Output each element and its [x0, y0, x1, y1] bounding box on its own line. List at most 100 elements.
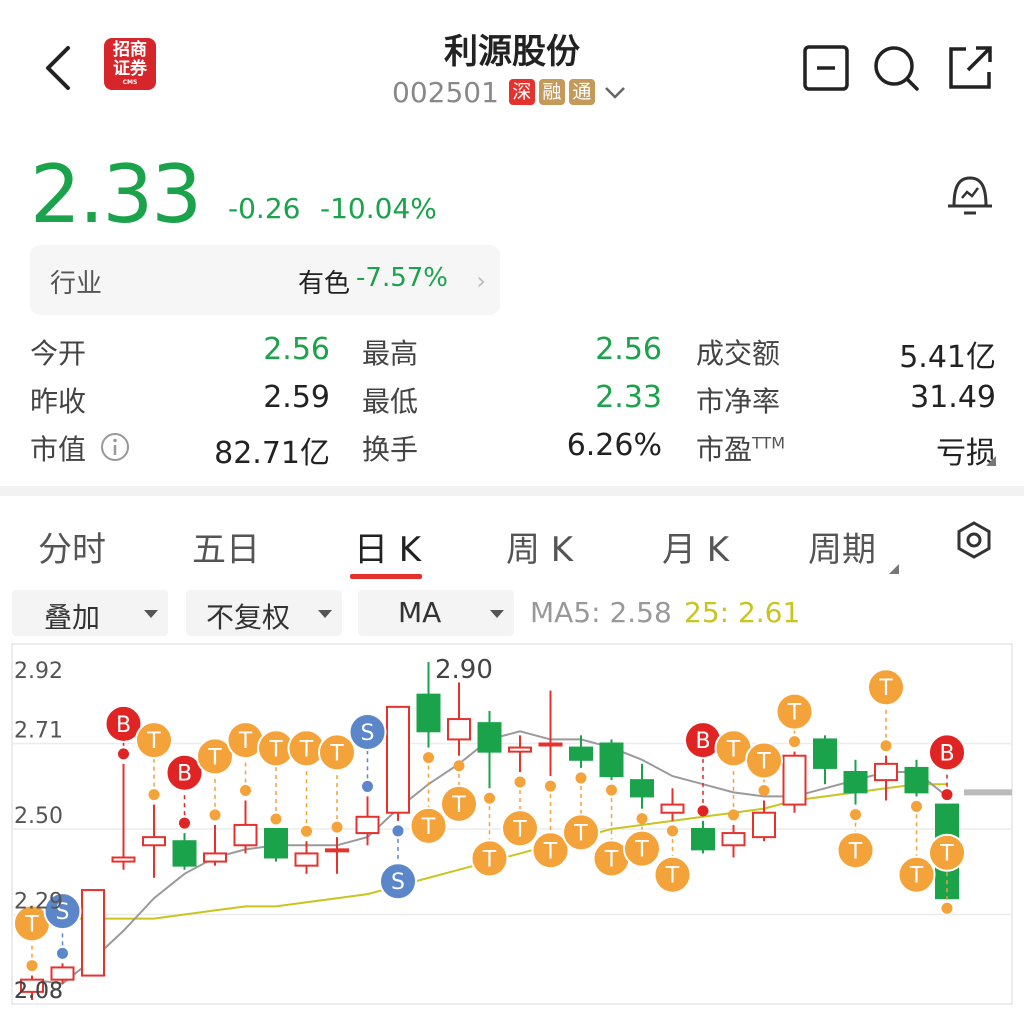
marker-dot	[118, 748, 129, 760]
industry-label: 行业	[50, 269, 103, 299]
candle-body	[874, 762, 898, 782]
marker-dot	[667, 825, 678, 837]
candle-body	[721, 832, 746, 847]
settings-hexagon-icon[interactable]	[954, 520, 994, 560]
marker-dot	[209, 809, 221, 821]
marker-dot	[880, 740, 892, 752]
caret-down-icon	[144, 610, 158, 618]
marker-dot	[270, 813, 282, 825]
candle-body	[294, 852, 319, 867]
candle-body	[416, 693, 441, 733]
candle-body	[172, 840, 197, 867]
info-icon[interactable]	[100, 432, 130, 462]
marker-letter: T	[909, 864, 924, 889]
marker-letter: T	[207, 745, 222, 770]
marker-dot	[575, 772, 587, 784]
marker-dot	[514, 776, 526, 788]
marker-letter: S	[361, 721, 375, 746]
candle-body	[813, 738, 837, 769]
market-tag-sz: 深	[508, 79, 535, 105]
candle-body	[904, 766, 929, 794]
share-icon[interactable]	[946, 44, 994, 92]
marker-letter: B	[695, 729, 710, 754]
stat-mktcap-value: 82.71亿	[214, 436, 330, 471]
expand-stats-corner-icon[interactable]	[986, 456, 996, 466]
overlay-select[interactable]: 叠加	[12, 590, 168, 636]
marker-dot	[423, 752, 434, 764]
marker-dot	[941, 789, 953, 801]
marker-letter: T	[848, 839, 863, 864]
marker-dot	[57, 947, 68, 959]
marker-dot	[301, 825, 312, 837]
marker-dot	[331, 821, 343, 833]
tab-weekly-k[interactable]: 周 K	[506, 522, 573, 571]
candle-body	[50, 966, 75, 981]
industry-row[interactable]: 行业 有色 -7.57% ›	[30, 245, 500, 315]
indicator-select-label: MA	[398, 596, 442, 629]
candle-body	[325, 848, 349, 853]
marker-dot	[484, 792, 495, 804]
caret-down-icon	[318, 610, 332, 618]
candle-body	[447, 718, 471, 741]
candle-body	[569, 746, 593, 761]
overlay-select-label: 叠加	[44, 601, 101, 634]
marker-dot	[179, 817, 190, 829]
candle-body	[233, 823, 258, 847]
marker-dot	[697, 805, 709, 817]
stat-high-value: 2.56	[595, 332, 662, 367]
marker-letter: T	[543, 839, 558, 864]
candle-body	[386, 705, 410, 814]
marker-letter: B	[116, 713, 131, 738]
candle-body	[264, 828, 288, 859]
stock-code-row[interactable]: 002501 深 融 通	[392, 74, 627, 110]
tab-five-day[interactable]: 五日	[192, 522, 260, 571]
search-icon[interactable]	[872, 44, 920, 92]
daily-k-chart[interactable]: T SBTBTT T T TSSTTTTTTT TTB T TTTTTTB 2.922.712…	[0, 640, 1024, 1016]
y-tick-label: 2.29	[14, 890, 63, 915]
price-change-pct: -10.04%	[320, 192, 437, 225]
stat-turnover-rate-value: 6.26%	[566, 428, 662, 463]
marker-letter: B	[939, 741, 954, 766]
tab-period[interactable]: 周期	[808, 522, 876, 571]
candle-body	[81, 889, 105, 977]
candle-body	[508, 746, 532, 753]
stat-pe-label-text: 市盈	[696, 433, 753, 466]
price-alert-bell-icon[interactable]	[944, 168, 996, 220]
stat-prev-close-label: 昨收	[30, 385, 87, 418]
candle-body	[691, 828, 715, 851]
marker-letter: T	[939, 842, 954, 867]
low-price-label: 2.08	[14, 979, 63, 1004]
adjust-select[interactable]: 不复权	[186, 590, 342, 636]
stat-low-value: 2.33	[595, 380, 662, 415]
indicator-select[interactable]: MA	[358, 590, 514, 636]
candle-body	[477, 722, 502, 753]
chevron-down-icon[interactable]	[603, 80, 627, 104]
candle-body	[538, 742, 563, 747]
industry-change-pct: -7.57%	[356, 263, 448, 293]
marker-letter: T	[665, 864, 680, 889]
marker-dot	[636, 813, 648, 825]
marker-dot	[545, 780, 556, 792]
tab-intraday[interactable]: 分时	[38, 522, 106, 571]
candle-body	[355, 815, 380, 835]
stock-name: 利源股份	[444, 32, 580, 72]
stat-turnover-amount-value: 5.41亿	[899, 340, 996, 375]
tab-monthly-k[interactable]: 月 K	[662, 522, 729, 571]
adjust-select-label: 不复权	[206, 601, 291, 634]
y-tick-label: 2.92	[14, 659, 63, 684]
marker-dot	[362, 780, 373, 792]
ma25-legend: 25: 2.61	[684, 596, 801, 629]
candle-body	[843, 771, 868, 794]
stock-code: 002501	[392, 75, 499, 109]
connect-tag: 通	[568, 79, 595, 105]
marker-dot	[240, 785, 251, 796]
stat-open-label: 今开	[30, 337, 87, 370]
marker-dot	[148, 789, 160, 801]
marker-dot	[26, 960, 38, 972]
ma5-legend: MA5: 2.58	[530, 596, 672, 629]
tab-daily-k[interactable]: 日 K	[354, 522, 421, 571]
remove-watchlist-icon[interactable]	[802, 44, 850, 92]
logo-line3: CMS	[122, 79, 138, 86]
marker-letter: T	[756, 750, 771, 775]
marker-dot	[728, 809, 739, 821]
